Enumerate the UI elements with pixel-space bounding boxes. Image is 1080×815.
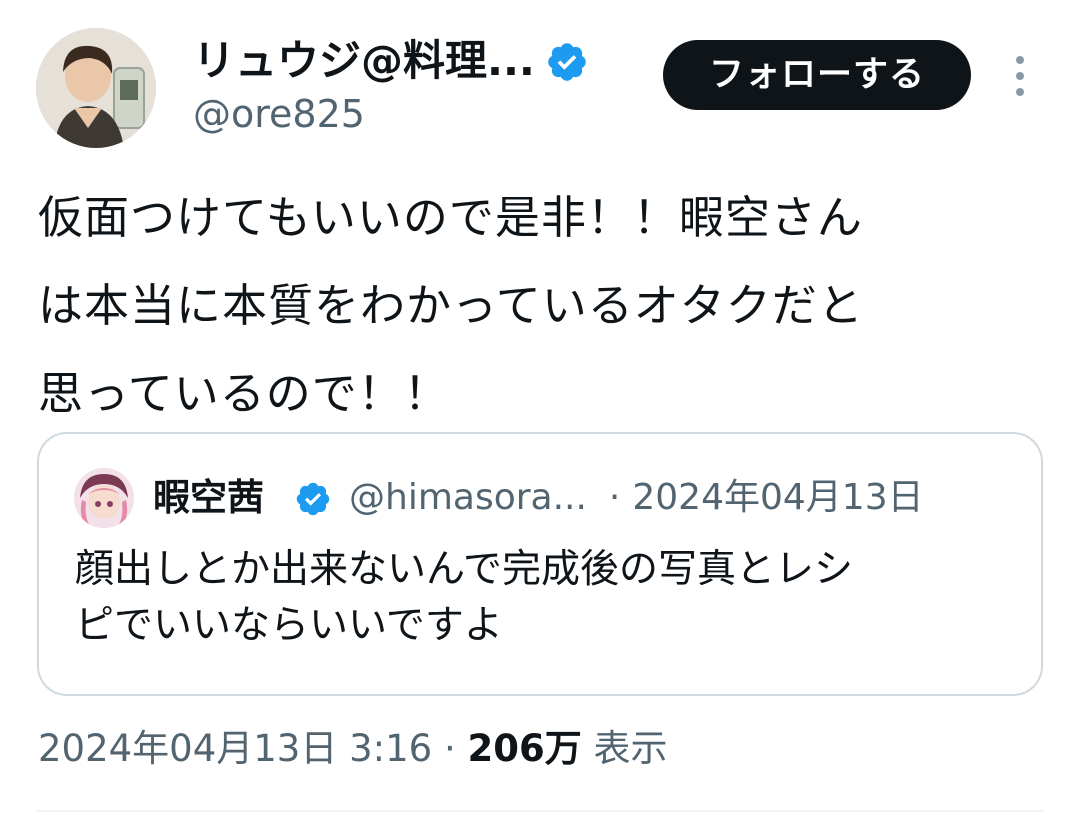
tweet: リュウジ@料理... @ore825 フォローする 仮面つけてもいいので是非！！… — [0, 0, 1080, 815]
quote-author-display-name[interactable]: 暇空茜 — [153, 472, 264, 524]
quote-meta: @himasora... · 2024年04月13日 — [349, 472, 924, 524]
views-label: 表示 — [593, 727, 668, 770]
verified-badge-icon — [296, 482, 330, 516]
verified-badge-icon — [548, 43, 586, 81]
footer-separator: · — [443, 727, 456, 770]
quote-author-avatar[interactable] — [74, 468, 134, 528]
follow-button[interactable]: フォローする — [663, 40, 971, 110]
quote-author-handle[interactable]: @himasora... — [349, 477, 587, 518]
quote-date[interactable]: 2024年04月13日 — [632, 477, 923, 518]
tweet-footer: 2024年04月13日 3:16 · 206万 表示 — [38, 722, 667, 776]
author-avatar[interactable] — [36, 28, 156, 148]
author-display-name[interactable]: リュウジ@料理... — [193, 32, 535, 90]
more-options-icon[interactable] — [1008, 54, 1032, 98]
divider — [36, 810, 1044, 812]
author-handle[interactable]: @ore825 — [193, 88, 365, 140]
quoted-tweet-card[interactable]: 暇空茜 @himasora... · 2024年04月13日 顔出しとか出来ないんで… — [37, 432, 1043, 696]
meta-separator: · — [608, 477, 621, 518]
views-count[interactable]: 206万 — [467, 727, 581, 770]
tweet-timestamp[interactable]: 2024年04月13日 3:16 — [38, 727, 432, 770]
tweet-text: 仮面つけてもいいので是非！！暇空さん は本当に本質をわかっているオタクだと 思っ… — [38, 191, 864, 420]
quote-text: 顔出しとか出来ないんで完成後の写真とレシ ピでいいならいいですよ — [75, 547, 854, 648]
